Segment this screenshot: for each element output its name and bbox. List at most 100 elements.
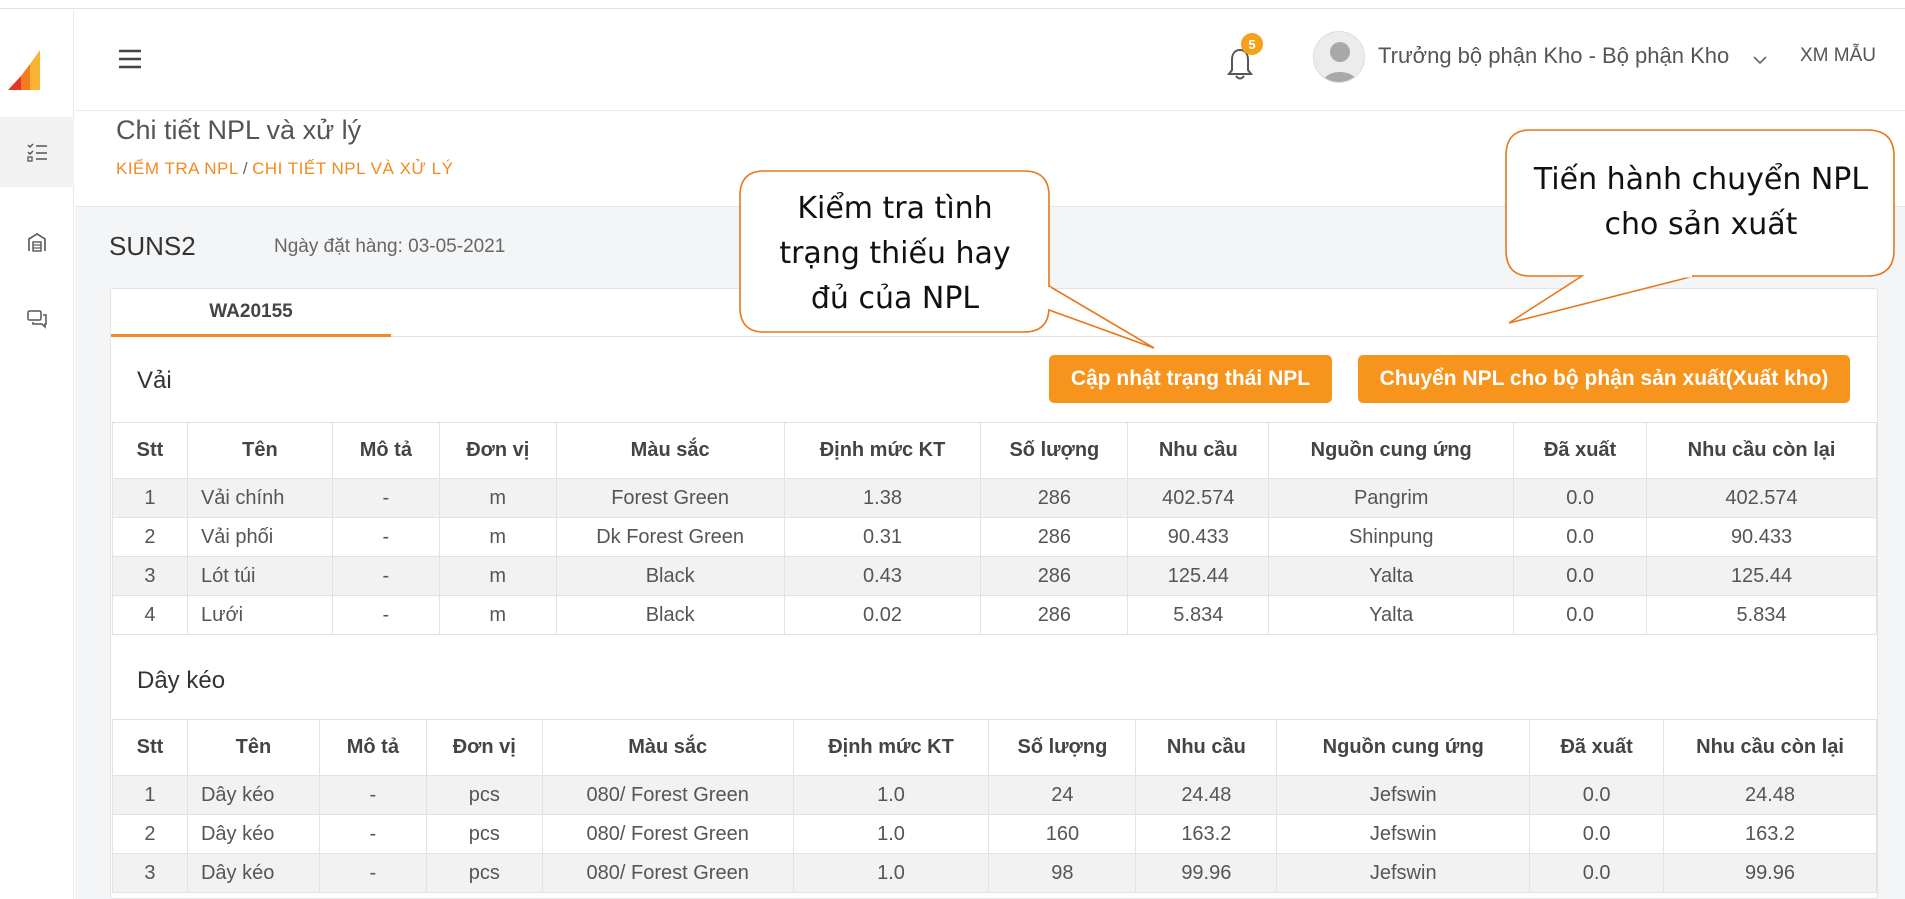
update-npl-status-button[interactable]: Cập nhật trạng thái NPL — [1049, 355, 1332, 403]
top-border — [0, 0, 1905, 9]
cell-color: Black — [555, 595, 785, 635]
cell-quantity: 24 — [988, 775, 1137, 815]
menu-toggle-icon[interactable] — [117, 46, 143, 72]
table-row[interactable]: 1 Vải chính - m Forest Green 1.38 286 402.574 Pa… — [112, 478, 1877, 518]
cell-quantity: 286 — [980, 595, 1129, 635]
cell-supplier: Pangrim — [1268, 478, 1515, 518]
column-header-quantity: Số lượng — [988, 719, 1137, 776]
column-header-demand: Nhu cầu — [1127, 422, 1270, 479]
cell-stt: 2 — [112, 517, 188, 557]
cell-name: Lót túi — [186, 556, 333, 596]
cell-description: - — [331, 517, 440, 557]
column-header-remaining: Nhu cầu còn lại — [1663, 719, 1877, 776]
column-header-description: Mô tả — [331, 422, 440, 479]
cell-unit: m — [438, 517, 557, 557]
cell-supplier: Shinpung — [1268, 517, 1515, 557]
breadcrumb-separator: / — [242, 159, 249, 178]
checklist-icon — [27, 143, 47, 162]
app-logo[interactable] — [8, 46, 42, 90]
column-header-color: Màu sắc — [555, 422, 785, 479]
cell-description: - — [318, 814, 427, 854]
column-header-name: Tên — [186, 719, 320, 776]
cell-norm: 1.0 — [792, 775, 990, 815]
table-row[interactable]: 1 Dây kéo - pcs 080/ Forest Green 1.0 24 24.48 J… — [112, 775, 1877, 815]
table-row[interactable]: 3 Dây kéo - pcs 080/ Forest Green 1.0 98 99.96 J… — [112, 853, 1877, 893]
cell-demand: 99.96 — [1135, 853, 1278, 893]
order-date-label: Ngày đặt hàng: — [274, 236, 403, 257]
user-menu-caret-icon[interactable] — [1753, 52, 1767, 65]
fabric-table: Stt Tên Mô tả Đơn vị Màu sắc Định mức KT Số lư… — [112, 422, 1877, 635]
company-name: XM MẪU — [1800, 45, 1876, 66]
column-header-stt: Stt — [112, 422, 188, 479]
callout-check-line-3: đủ của NPL — [810, 281, 980, 316]
cell-remaining: 99.96 — [1663, 853, 1877, 893]
tab-wa20155[interactable]: WA20155 — [111, 289, 391, 337]
cell-supplier: Jefswin — [1276, 775, 1531, 815]
cell-name: Dây kéo — [186, 814, 320, 854]
sidebar-item-warehouse[interactable] — [0, 207, 74, 277]
cell-quantity: 160 — [988, 814, 1137, 854]
cell-description: - — [331, 556, 440, 596]
cell-supplier: Jefswin — [1276, 853, 1531, 893]
section-title-fabric: Vải — [137, 367, 172, 394]
cell-demand: 402.574 — [1127, 478, 1270, 518]
cell-remaining: 402.574 — [1646, 478, 1877, 518]
cell-stt: 2 — [112, 814, 188, 854]
top-header: 5 Trưởng bộ phận Kho - Bộ phận Kho XM MẪ… — [75, 10, 1905, 111]
warehouse-icon — [28, 233, 46, 252]
cell-demand: 5.834 — [1127, 595, 1270, 635]
cell-name: Lưới — [186, 595, 333, 635]
sidebar-item-chat[interactable] — [0, 284, 74, 354]
cell-demand: 163.2 — [1135, 814, 1278, 854]
sidebar — [0, 10, 74, 899]
cell-demand: 125.44 — [1127, 556, 1270, 596]
cell-supplier: Yalta — [1268, 595, 1515, 635]
cell-demand: 24.48 — [1135, 775, 1278, 815]
cell-stt: 1 — [112, 478, 188, 518]
table-header-row: Stt Tên Mô tả Đơn vị Màu sắc Định mức KT Số lư… — [112, 422, 1877, 479]
breadcrumb-item-check-npl[interactable]: KIỂM TRA NPL — [116, 159, 239, 178]
cell-norm: 1.0 — [792, 814, 990, 854]
cell-norm: 1.38 — [783, 478, 982, 518]
order-date: Ngày đặt hàng: 03-05-2021 — [274, 236, 505, 258]
section-title-zipper: Dây kéo — [137, 667, 226, 694]
breadcrumb-item-current: CHI TIẾT NPL VÀ XỬ LÝ — [252, 159, 454, 178]
table-row[interactable]: 2 Dây kéo - pcs 080/ Forest Green 1.0 160 163.2… — [112, 814, 1877, 854]
column-header-issued: Đã xuất — [1513, 422, 1648, 479]
cell-description: - — [318, 775, 427, 815]
cell-norm: 0.02 — [783, 595, 982, 635]
column-header-unit: Đơn vị — [438, 422, 557, 479]
table-row[interactable]: 3 Lót túi - m Black 0.43 286 125.44 Yalta 0.0 125.… — [112, 556, 1877, 596]
cell-color: Black — [555, 556, 785, 596]
order-code: SUNS2 — [109, 231, 196, 261]
callout-transfer-line-2: cho sản xuất — [1604, 207, 1798, 242]
cell-description: - — [331, 478, 440, 518]
cell-remaining: 24.48 — [1663, 775, 1877, 815]
cell-stt: 3 — [112, 853, 188, 893]
user-name[interactable]: Trưởng bộ phận Kho - Bộ phận Kho — [1378, 43, 1729, 69]
cell-remaining: 125.44 — [1646, 556, 1877, 596]
cell-color: 080/ Forest Green — [541, 775, 794, 815]
user-avatar[interactable] — [1313, 31, 1365, 83]
cell-norm: 0.31 — [783, 517, 982, 557]
callout-transfer-npl-text: Tiến hành chuyển NPL cho sản xuất — [1510, 157, 1892, 247]
cell-quantity: 286 — [980, 556, 1129, 596]
sidebar-item-checklist[interactable] — [0, 117, 74, 187]
cell-issued: 0.0 — [1529, 814, 1665, 854]
cell-quantity: 286 — [980, 478, 1129, 518]
cell-norm: 0.43 — [783, 556, 982, 596]
column-header-demand: Nhu cầu — [1135, 719, 1278, 776]
cell-stt: 4 — [112, 595, 188, 635]
chat-icon — [27, 310, 47, 329]
cell-issued: 0.0 — [1513, 478, 1648, 518]
transfer-npl-button[interactable]: Chuyển NPL cho bộ phận sản xuất(Xuất kho… — [1358, 355, 1850, 403]
cell-demand: 90.433 — [1127, 517, 1270, 557]
table-row[interactable]: 2 Vải phối - m Dk Forest Green 0.31 286 90.433 S… — [112, 517, 1877, 557]
column-header-name: Tên — [186, 422, 333, 479]
callout-check-npl-text: Kiểm tra tình trạng thiếu hay đủ của NPL — [742, 186, 1048, 321]
cell-color: 080/ Forest Green — [541, 853, 794, 893]
cell-issued: 0.0 — [1513, 556, 1648, 596]
table-row[interactable]: 4 Lưới - m Black 0.02 286 5.834 Yalta 0.0 5.834 — [112, 595, 1877, 635]
cell-issued: 0.0 — [1513, 595, 1648, 635]
cell-color: Forest Green — [555, 478, 785, 518]
